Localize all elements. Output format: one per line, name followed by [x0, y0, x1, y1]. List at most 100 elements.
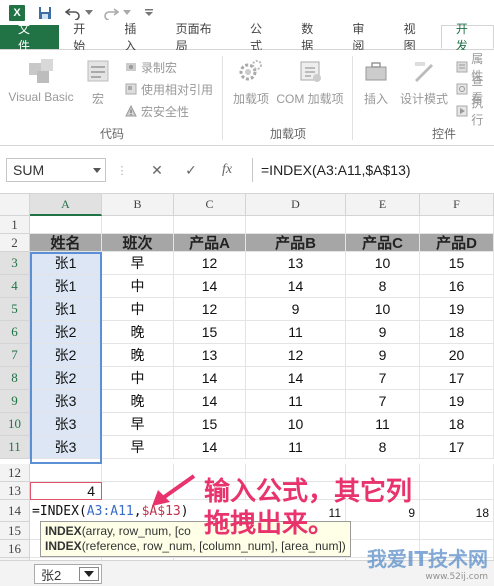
cell-b4[interactable]: 中 [102, 275, 174, 298]
formula-input[interactable]: =INDEX(A3:A11,$A$13) [252, 158, 494, 182]
cell-e11[interactable]: 8 [346, 436, 420, 459]
row-header-3[interactable]: 3 [0, 252, 30, 275]
cell-d9[interactable]: 11 [246, 390, 346, 413]
cell-f14[interactable]: 18 [420, 500, 494, 522]
tab-formulas[interactable]: 公式 [236, 22, 287, 53]
column-header-c[interactable]: C [174, 194, 246, 216]
worksheet-grid[interactable]: A B C D E F 1 2 姓名 班次 产品A 产品B 产品C 产品D 3 张1 早 12 13 10… [0, 194, 494, 586]
cell-e10[interactable]: 11 [346, 413, 420, 436]
cell-c4[interactable]: 14 [174, 275, 246, 298]
name-box[interactable]: SUM [6, 158, 106, 182]
tab-home[interactable]: 开始 [59, 22, 110, 53]
cell-a8[interactable]: 张2 [30, 367, 102, 390]
insert-control-button[interactable]: 插入 [356, 56, 396, 107]
cell-a3[interactable]: 张1 [30, 252, 102, 275]
cell-d3[interactable]: 13 [246, 252, 346, 275]
sheet-selector[interactable]: 张2 [34, 564, 102, 584]
cell-a5[interactable]: 张1 [30, 298, 102, 321]
confirm-edit-button[interactable]: ✓ [180, 160, 202, 180]
cell-a13[interactable]: 4 [30, 482, 102, 500]
design-mode-button[interactable]: 设计模式 [398, 56, 450, 107]
row-header-14[interactable]: 14 [0, 500, 30, 522]
record-macro-button[interactable]: 录制宏 [124, 58, 177, 76]
cell-a10[interactable]: 张3 [30, 413, 102, 436]
cell-f15[interactable] [420, 522, 494, 540]
cell-a12[interactable] [30, 464, 102, 482]
cell-c3[interactable]: 12 [174, 252, 246, 275]
cell-e7[interactable]: 9 [346, 344, 420, 367]
cell-f13[interactable] [420, 482, 494, 500]
tab-insert[interactable]: 插入 [110, 22, 161, 53]
row-header-2[interactable]: 2 [0, 234, 30, 252]
cell-d10[interactable]: 10 [246, 413, 346, 436]
redo-icon[interactable] [100, 4, 122, 22]
column-header-a[interactable]: A [30, 194, 102, 216]
cell-f5[interactable]: 19 [420, 298, 494, 321]
row-header-1[interactable]: 1 [0, 216, 30, 234]
cell-f10[interactable]: 18 [420, 413, 494, 436]
row-header-7[interactable]: 7 [0, 344, 30, 367]
cell-b6[interactable]: 晚 [102, 321, 174, 344]
cell-f4[interactable]: 16 [420, 275, 494, 298]
cell-c5[interactable]: 12 [174, 298, 246, 321]
cell-f9[interactable]: 19 [420, 390, 494, 413]
relative-refs-button[interactable]: 使用相对引用 [124, 80, 213, 98]
row-header-8[interactable]: 8 [0, 367, 30, 390]
cell-f8[interactable]: 17 [420, 367, 494, 390]
cell-f11[interactable]: 17 [420, 436, 494, 459]
select-all-corner[interactable] [0, 194, 30, 216]
cell-e6[interactable]: 9 [346, 321, 420, 344]
cell-b7[interactable]: 晚 [102, 344, 174, 367]
cell-b10[interactable]: 早 [102, 413, 174, 436]
row-header-10[interactable]: 10 [0, 413, 30, 436]
row-header-4[interactable]: 4 [0, 275, 30, 298]
tooltip-fn-name-1[interactable]: INDEX [45, 524, 82, 538]
row-header-9[interactable]: 9 [0, 390, 30, 413]
cell-c9[interactable]: 14 [174, 390, 246, 413]
cell-f6[interactable]: 18 [420, 321, 494, 344]
header-cell-e[interactable]: 产品C [346, 234, 420, 252]
insert-function-button[interactable]: fx [216, 160, 238, 180]
visual-basic-button[interactable]: Visual Basic [6, 56, 76, 104]
cell-c7[interactable]: 13 [174, 344, 246, 367]
tab-view[interactable]: 视图 [390, 22, 441, 53]
row-header-16[interactable]: 16 [0, 540, 30, 558]
cell-f3[interactable]: 15 [420, 252, 494, 275]
tab-file[interactable]: 文件 [0, 22, 60, 53]
row-header-15[interactable]: 15 [0, 522, 30, 540]
macros-button[interactable]: 宏 [80, 56, 116, 107]
row-header-5[interactable]: 5 [0, 298, 30, 321]
header-cell-f[interactable]: 产品D [420, 234, 494, 252]
cell-d8[interactable]: 14 [246, 367, 346, 390]
cell-c8[interactable]: 14 [174, 367, 246, 390]
header-cell-b[interactable]: 班次 [102, 234, 174, 252]
cell-d4[interactable]: 14 [246, 275, 346, 298]
row-header-13[interactable]: 13 [0, 482, 30, 500]
cell-c10[interactable]: 15 [174, 413, 246, 436]
tooltip-fn-name-2[interactable]: INDEX [45, 539, 82, 553]
cell-a6[interactable]: 张2 [30, 321, 102, 344]
cell-a9[interactable]: 张3 [30, 390, 102, 413]
run-dialog-button[interactable]: 执行 [455, 96, 494, 127]
cell-b11[interactable]: 早 [102, 436, 174, 459]
cell-c6[interactable]: 15 [174, 321, 246, 344]
sheet-selector-dropdown-icon[interactable] [79, 567, 99, 581]
cell-b5[interactable]: 中 [102, 298, 174, 321]
addins-button[interactable]: 加载项 [226, 56, 276, 107]
column-header-d[interactable]: D [246, 194, 346, 216]
cell-e5[interactable]: 10 [346, 298, 420, 321]
name-box-dropdown-icon[interactable] [93, 168, 101, 173]
cell-d5[interactable]: 9 [246, 298, 346, 321]
cell-b8[interactable]: 中 [102, 367, 174, 390]
cell-a11[interactable]: 张3 [30, 436, 102, 459]
macro-security-button[interactable]: 宏安全性 [124, 102, 189, 120]
cell-e8[interactable]: 7 [346, 367, 420, 390]
column-header-e[interactable]: E [346, 194, 420, 216]
com-addins-button[interactable]: COM 加载项 [274, 56, 346, 107]
cell-a4[interactable]: 张1 [30, 275, 102, 298]
tab-developer[interactable]: 开发 [440, 22, 494, 53]
cell-d6[interactable]: 11 [246, 321, 346, 344]
cell-e4[interactable]: 8 [346, 275, 420, 298]
row-header-12[interactable]: 12 [0, 464, 30, 482]
cell-f7[interactable]: 20 [420, 344, 494, 367]
